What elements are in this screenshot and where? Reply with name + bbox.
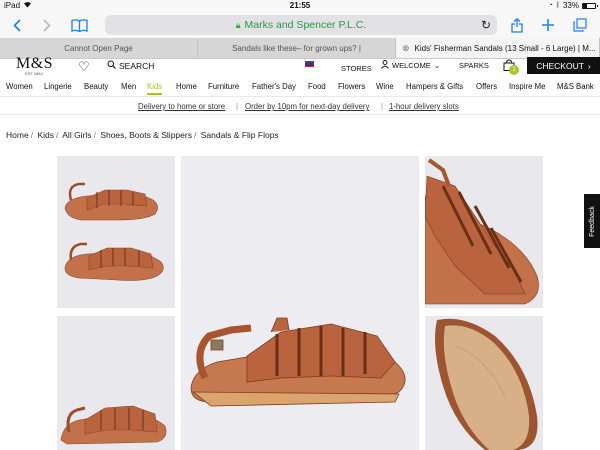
nav-item-flowers[interactable]: Flowers bbox=[338, 82, 365, 91]
delivery-link-home-store[interactable]: Delivery to home or store bbox=[138, 102, 225, 111]
tab-title: Sandals like these– for grown ups? | bbox=[232, 43, 361, 53]
tab-bar: Cannot Open Page Sandals like these– for… bbox=[0, 38, 600, 59]
delivery-strip: Delivery to home or store | Order by 10p… bbox=[0, 97, 600, 115]
feedback-tab[interactable]: Feedback bbox=[584, 194, 600, 248]
breadcrumb: Home / Kids / All Girls / Shoes, Boots & Sl… bbox=[6, 130, 279, 140]
product-detail-strap[interactable] bbox=[425, 156, 543, 308]
nav-item-inspire-me[interactable]: Inspire Me bbox=[509, 82, 545, 91]
nav-item-food[interactable]: Food bbox=[308, 82, 326, 91]
tabs-icon[interactable] bbox=[572, 16, 588, 34]
flag-icon[interactable] bbox=[305, 61, 314, 67]
browser-toolbar: 🔒︎ Marks and Spencer P.L.C. ↻ bbox=[0, 12, 600, 38]
product-thumbnail-2[interactable] bbox=[57, 316, 175, 450]
forward-icon[interactable] bbox=[40, 16, 54, 34]
nav-item-beauty[interactable]: Beauty bbox=[84, 82, 108, 91]
nav-item-women[interactable]: Women bbox=[6, 82, 33, 91]
nav-item-fathers-day[interactable]: Father's Day bbox=[252, 82, 296, 91]
account-menu[interactable]: WELCOME ⌄ bbox=[381, 60, 440, 71]
bluetooth-icon: ᛒ bbox=[555, 2, 560, 9]
battery-icon bbox=[582, 2, 598, 9]
delivery-link-next-day[interactable]: Order by 10pm for next-day delivery bbox=[245, 102, 369, 111]
tab-title: Cannot Open Page bbox=[64, 43, 133, 53]
nav-item-offers[interactable]: Offers bbox=[476, 82, 497, 91]
search-icon bbox=[107, 60, 116, 71]
tab-title: Kids' Fisherman Sandals (13 Small - 6 La… bbox=[414, 43, 596, 53]
product-main-image[interactable] bbox=[181, 156, 419, 450]
tab-sandals-grown-ups[interactable]: Sandals like these– for grown ups? | bbox=[198, 38, 396, 58]
breadcrumb-sandals[interactable]: Sandals & Flip Flops bbox=[201, 130, 279, 140]
breadcrumb-shoes[interactable]: Shoes, Boots & Slippers bbox=[100, 130, 192, 140]
product-thumbnail-1[interactable] bbox=[57, 156, 175, 308]
site-header: M&S EST 1884 ♡ SEARCH STORES WELCOME ⌄ S… bbox=[0, 55, 600, 78]
breadcrumb-kids[interactable]: Kids bbox=[37, 130, 54, 140]
bag-count-badge: 1 bbox=[509, 65, 519, 75]
address-bar-title: Marks and Spencer P.L.C. bbox=[244, 19, 367, 31]
nav-item-home[interactable]: Home bbox=[176, 82, 197, 91]
nav-item-ms-bank[interactable]: M&S Bank bbox=[557, 82, 594, 91]
lock-icon: 🔒︎ bbox=[235, 19, 241, 30]
welcome-label: WELCOME bbox=[392, 61, 431, 70]
nav-item-men[interactable]: Men bbox=[121, 82, 136, 91]
tab-close-icon[interactable]: ⊗ bbox=[402, 43, 410, 54]
status-bar: iPad 21:55 ◔ ᛒ 33% bbox=[0, 0, 600, 12]
nav-item-hampers[interactable]: Hampers & Gifts bbox=[406, 82, 463, 91]
nav-item-lingerie[interactable]: Lingerie bbox=[44, 82, 72, 91]
chevron-down-icon: ⌄ bbox=[433, 61, 441, 70]
nav-item-kids[interactable]: Kids bbox=[147, 82, 163, 95]
search-button[interactable]: SEARCH bbox=[107, 60, 154, 71]
nav-item-furniture[interactable]: Furniture bbox=[208, 82, 239, 91]
sparks-link[interactable]: SPARKS bbox=[459, 61, 489, 70]
reload-icon[interactable]: ↻ bbox=[481, 18, 491, 32]
heart-icon[interactable]: ♡ bbox=[78, 59, 90, 75]
category-nav: Women Lingerie Beauty Men Kids Home Furn… bbox=[0, 78, 600, 97]
chevron-right-icon: › bbox=[587, 60, 591, 71]
feedback-label: Feedback bbox=[588, 205, 596, 237]
delivery-link-1-hour[interactable]: 1-hour delivery slots bbox=[389, 102, 459, 111]
breadcrumb-all-girls[interactable]: All Girls bbox=[62, 130, 91, 140]
new-tab-icon[interactable] bbox=[540, 16, 556, 34]
clock: 21:55 bbox=[289, 1, 311, 10]
nav-item-wine[interactable]: Wine bbox=[376, 82, 394, 91]
product-detail-sole[interactable] bbox=[425, 316, 543, 450]
tab-kids-fisherman-sandals[interactable]: ⊗ Kids' Fisherman Sandals (13 Small - 6 … bbox=[396, 38, 600, 58]
breadcrumb-home[interactable]: Home bbox=[6, 130, 29, 140]
address-bar[interactable]: 🔒︎ Marks and Spencer P.L.C. ↻ bbox=[105, 15, 497, 35]
checkout-label: CHECKOUT bbox=[536, 60, 584, 71]
share-icon[interactable] bbox=[510, 16, 524, 34]
bookmarks-icon[interactable] bbox=[70, 16, 88, 34]
lock-rotation-icon: ◔ bbox=[548, 2, 553, 9]
battery-percent: 33% bbox=[562, 1, 579, 10]
checkout-button[interactable]: CHECKOUT › bbox=[527, 57, 600, 74]
user-icon bbox=[381, 60, 389, 71]
back-icon[interactable] bbox=[10, 16, 24, 34]
search-label: SEARCH bbox=[119, 60, 155, 71]
ms-logo-est: EST 1884 bbox=[25, 71, 43, 76]
stores-link[interactable]: STORES bbox=[341, 64, 372, 73]
